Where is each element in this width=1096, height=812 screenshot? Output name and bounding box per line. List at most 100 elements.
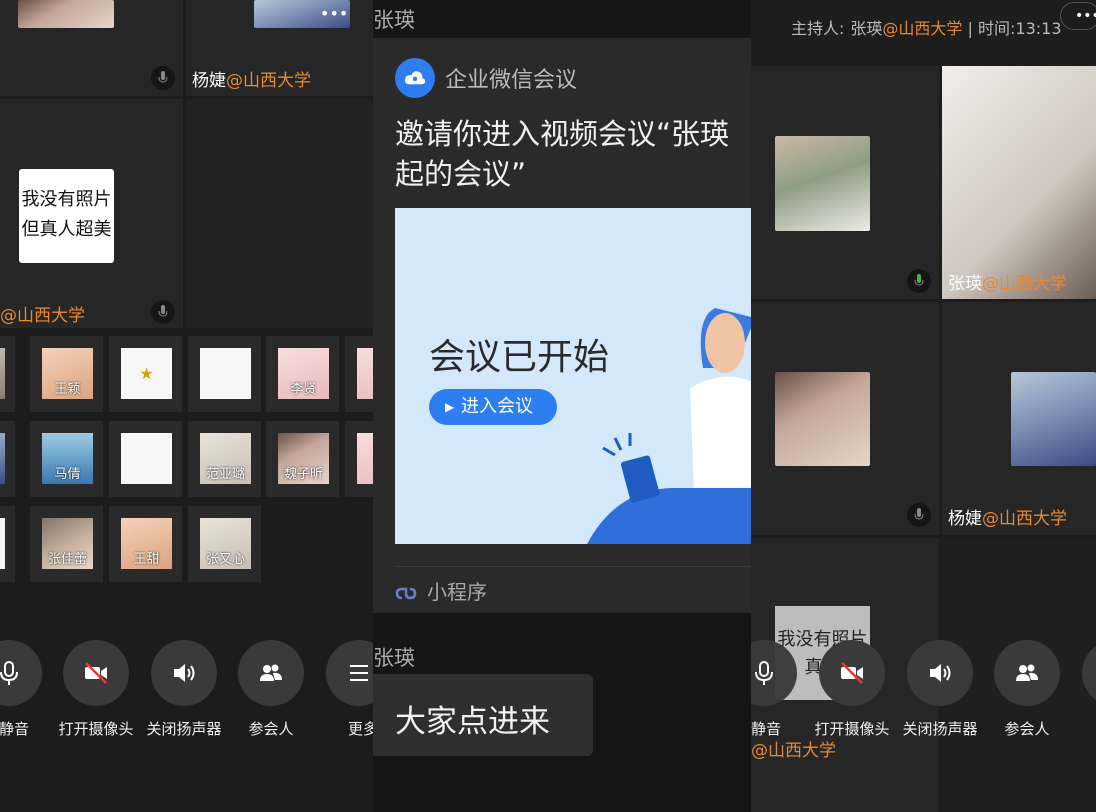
avatar: ★	[121, 348, 172, 399]
participants-button[interactable]	[238, 640, 304, 706]
grid-tile[interactable]: 范亚璐	[188, 421, 261, 497]
mic-icon	[151, 66, 175, 90]
grid-tile[interactable]	[0, 421, 15, 497]
invite-title: 邀请你进入视频会议“张瑛 起的会议”	[395, 114, 729, 194]
chat-view: 张瑛 企业微信会议 邀请你进入视频会议“张瑛 起的会议” 会议已开始 ▶ 进入会…	[373, 0, 751, 812]
play-icon: ▶	[445, 400, 455, 414]
mini-program-footer: 小程序	[395, 576, 487, 605]
no-photo-card: 我没有照片 但真人超美	[19, 169, 114, 263]
video-tile[interactable]: 我没有照片 但真人超美 @山西大学	[0, 99, 183, 328]
grid-tile[interactable]: 魏子昕	[266, 421, 339, 497]
grid-tile[interactable]: 王颖	[30, 336, 103, 412]
avatar	[0, 518, 5, 569]
avatar	[0, 348, 5, 399]
avatar	[18, 0, 114, 28]
invite-line: 起的会议”	[395, 157, 527, 191]
more-label: 更多	[347, 720, 373, 738]
video-tile[interactable]	[751, 66, 939, 299]
grid-tile[interactable]: ★	[109, 336, 182, 412]
video-tile[interactable]: 杨婕@山西大学	[907, 302, 1096, 535]
card-line: 我没有照片	[21, 189, 112, 210]
avatar: 魏子昕	[278, 433, 329, 484]
video-tile-active[interactable]: 张瑛@山西大学	[942, 66, 1096, 299]
grid-tile[interactable]	[345, 336, 373, 412]
avatar: 王甜	[121, 518, 172, 569]
message-text: 大家点进来	[395, 704, 550, 740]
grid-tile[interactable]: 王甜	[109, 506, 182, 582]
speaker-icon	[930, 664, 951, 682]
app-name: 企业微信会议	[445, 68, 578, 93]
camera-label: 打开摄像头	[58, 720, 134, 738]
invite-line: 邀请你进入视频会议“张瑛	[395, 117, 730, 151]
speaker-label: 关闭扬声器	[146, 720, 222, 738]
more-dots-icon[interactable]: •••	[1060, 2, 1096, 30]
join-meeting-button[interactable]: ▶ 进入会议	[429, 389, 557, 425]
mini-program-card[interactable]: 企业微信会议 邀请你进入视频会议“张瑛 起的会议” 会议已开始 ▶ 进入会议 小…	[373, 38, 751, 613]
sender-name: 张瑛	[373, 646, 415, 670]
grid-tile[interactable]	[109, 421, 182, 497]
video-tile[interactable]	[751, 302, 939, 535]
avatar	[357, 348, 373, 399]
mic-icon	[907, 503, 931, 527]
participant-name: 杨婕@山西大学	[948, 509, 1067, 529]
camera-label: 打开摄像头	[814, 720, 890, 738]
meeting-info: 主持人: 张瑛@山西大学 | 时间:13:13	[791, 19, 1062, 38]
avatar	[0, 433, 5, 484]
speaker-button[interactable]	[907, 640, 973, 706]
speaker-button[interactable]	[151, 640, 217, 706]
speaker-label: 关闭扬声器	[902, 720, 978, 738]
cloud-icon	[395, 58, 435, 98]
video-tile[interactable]	[186, 99, 373, 328]
star-icon: ★	[139, 364, 154, 383]
participant-name: @山西大学	[0, 306, 85, 326]
avatar	[775, 136, 870, 231]
video-tile[interactable]: ••• 杨婕@山西大学	[186, 0, 373, 96]
avatar	[1011, 372, 1096, 466]
people-icon	[1016, 664, 1038, 681]
mic-icon	[907, 269, 931, 293]
people-icon	[260, 664, 282, 681]
camera-off-icon	[85, 662, 107, 684]
banner-title: 会议已开始	[429, 337, 610, 378]
participants-label: 参会人	[248, 720, 294, 738]
avatar	[121, 433, 172, 484]
grid-tile[interactable]	[0, 336, 15, 412]
participant-name: 张瑛@山西大学	[948, 274, 1067, 294]
meeting-banner[interactable]: 会议已开始 ▶ 进入会议	[395, 208, 751, 544]
menu-icon	[350, 665, 368, 681]
avatar	[775, 372, 870, 466]
grid-tile[interactable]: 李贤	[266, 336, 339, 412]
meeting-view-right: 主持人:张瑛@山西大学 | 时间:13:13 ••• 张瑛@山西大学 杨婕@山西…	[751, 0, 1096, 812]
microphone-icon	[0, 661, 18, 685]
camera-off-icon	[841, 662, 863, 684]
person-illustration	[587, 308, 751, 544]
participants-button[interactable]	[994, 640, 1060, 706]
grid-tile[interactable]	[188, 336, 261, 412]
video-tile[interactable]	[0, 0, 183, 96]
card-line: 但真人超美	[21, 219, 112, 240]
mini-program-icon	[395, 587, 417, 599]
grid-tile[interactable]	[345, 421, 373, 497]
mute-button[interactable]	[0, 640, 42, 706]
avatar: 范亚璐	[200, 433, 251, 484]
grid-tile[interactable]	[0, 506, 15, 582]
grid-tile[interactable]: 张佳蕾	[30, 506, 103, 582]
avatar	[357, 433, 373, 484]
camera-button[interactable]	[63, 640, 129, 706]
avatar: 张又心	[200, 518, 251, 569]
avatar: 张佳蕾	[42, 518, 93, 569]
participants-label: 参会人	[1004, 720, 1050, 738]
mute-label: 静音	[0, 720, 29, 738]
more-button[interactable]	[326, 640, 373, 706]
more-dots-icon[interactable]: •••	[320, 4, 348, 23]
grid-tile[interactable]: 张又心	[188, 506, 261, 582]
avatar: 马倩	[42, 433, 93, 484]
speaker-icon	[174, 664, 195, 682]
avatar	[200, 348, 251, 399]
grid-tile[interactable]: 马倩	[30, 421, 103, 497]
sender-name: 张瑛	[373, 8, 415, 32]
divider	[395, 566, 751, 567]
camera-button[interactable]	[819, 640, 885, 706]
mute-label: 静音	[751, 720, 782, 738]
message-bubble[interactable]: 大家点进来	[373, 674, 593, 756]
